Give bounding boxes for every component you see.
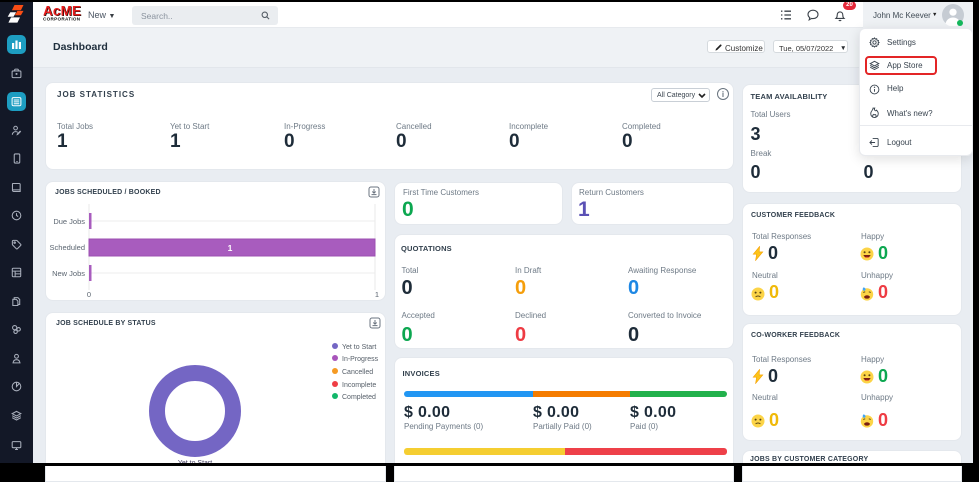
svg-text:CORPORATION: CORPORATION: [43, 17, 81, 22]
svg-text:Scheduled: Scheduled: [50, 243, 85, 252]
svg-text:0: 0: [87, 290, 91, 298]
svg-text:New Jobs: New Jobs: [52, 269, 85, 278]
svg-text:1: 1: [228, 243, 233, 253]
svg-text:Due Jobs: Due Jobs: [53, 217, 85, 226]
svg-text:1: 1: [375, 290, 379, 298]
